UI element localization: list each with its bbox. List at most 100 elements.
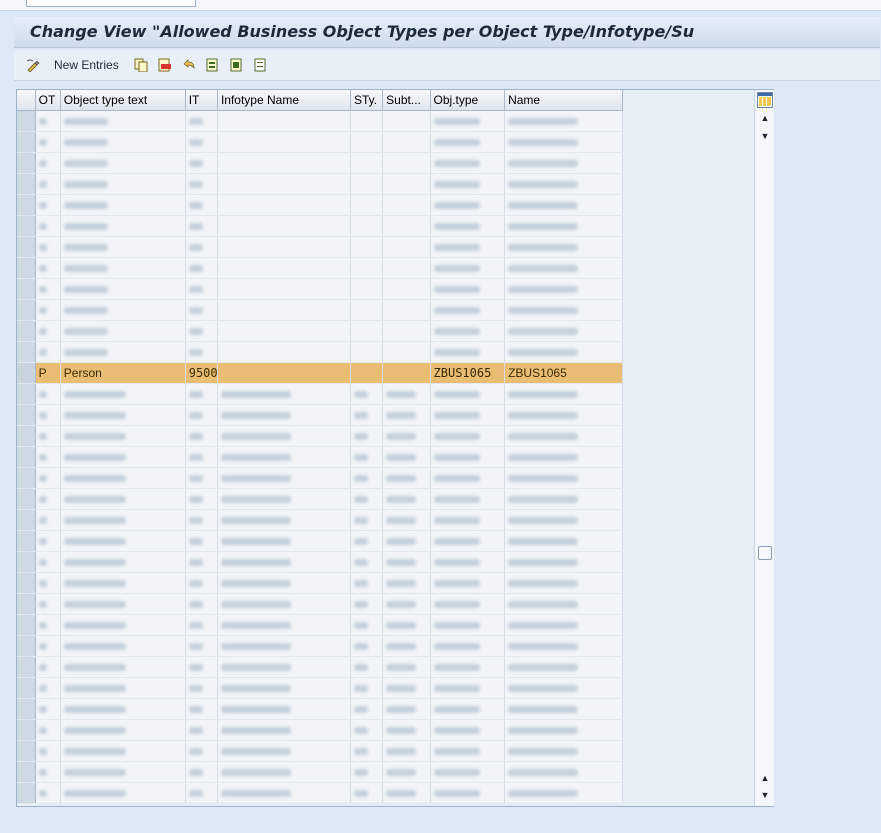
table-row[interactable] xyxy=(17,152,623,174)
row-selector[interactable] xyxy=(17,341,36,363)
table-row[interactable] xyxy=(17,320,623,342)
table-row[interactable] xyxy=(17,131,623,153)
table-row[interactable] xyxy=(17,509,623,531)
row-selector[interactable] xyxy=(17,593,36,615)
row-selector[interactable] xyxy=(17,215,36,237)
scroll-up-icon[interactable]: ▲ xyxy=(758,112,772,124)
redacted-text xyxy=(508,559,579,567)
redacted-text xyxy=(386,580,417,588)
row-selector[interactable] xyxy=(17,404,36,426)
row-selector[interactable] xyxy=(17,194,36,216)
col-header-subtype[interactable]: Subt... xyxy=(382,90,431,111)
row-selector[interactable] xyxy=(17,635,36,657)
scroll-down-icon[interactable]: ▼ xyxy=(758,130,772,142)
table-cell xyxy=(350,215,384,237)
row-selector[interactable] xyxy=(17,425,36,447)
scroll-page-up-icon[interactable]: ▲ xyxy=(758,772,772,784)
table-settings-icon[interactable] xyxy=(757,92,773,108)
undo-button[interactable] xyxy=(182,56,196,74)
table-row[interactable] xyxy=(17,761,623,783)
table-row[interactable] xyxy=(17,656,623,678)
table-row[interactable] xyxy=(17,698,623,720)
table-row[interactable] xyxy=(17,383,623,405)
col-header-sty[interactable]: STy. xyxy=(350,90,384,111)
row-selector[interactable] xyxy=(17,110,36,132)
table-row[interactable] xyxy=(17,236,623,258)
table-row[interactable] xyxy=(17,488,623,510)
table-row[interactable] xyxy=(17,110,623,132)
col-header-ot[interactable]: OT xyxy=(35,90,61,111)
table-row[interactable] xyxy=(17,572,623,594)
table-cell xyxy=(185,236,218,258)
row-selector[interactable] xyxy=(17,467,36,489)
row-selector[interactable] xyxy=(17,257,36,279)
col-header-obj-type[interactable]: Obj.type xyxy=(430,90,506,111)
row-selector[interactable] xyxy=(17,131,36,153)
command-field[interactable] xyxy=(26,0,196,7)
row-selector[interactable] xyxy=(17,740,36,762)
table-row[interactable] xyxy=(17,425,623,447)
row-selector[interactable] xyxy=(17,446,36,468)
col-header-infotype-name[interactable]: Infotype Name xyxy=(217,90,351,111)
table-row[interactable] xyxy=(17,593,623,615)
row-selector[interactable] xyxy=(17,383,36,405)
row-selector[interactable] xyxy=(17,719,36,741)
table-row[interactable] xyxy=(17,215,623,237)
table-row[interactable] xyxy=(17,614,623,636)
row-selector[interactable] xyxy=(17,761,36,783)
table-row[interactable] xyxy=(17,551,623,573)
table-row[interactable] xyxy=(17,194,623,216)
deselect-all-button[interactable] xyxy=(254,56,268,74)
change-display-button[interactable] xyxy=(26,56,40,74)
table-row[interactable] xyxy=(17,173,623,195)
table-cell xyxy=(382,152,431,174)
table-row[interactable] xyxy=(17,299,623,321)
row-selector[interactable] xyxy=(17,320,36,342)
row-selector[interactable] xyxy=(17,488,36,510)
row-selector[interactable] xyxy=(17,614,36,636)
table-row[interactable] xyxy=(17,341,623,363)
row-selector[interactable] xyxy=(17,698,36,720)
row-selector[interactable] xyxy=(17,677,36,699)
row-selector[interactable] xyxy=(17,362,36,384)
select-all-button[interactable] xyxy=(206,56,220,74)
table-row[interactable] xyxy=(17,278,623,300)
scroll-page-down-icon[interactable]: ▼ xyxy=(758,789,772,801)
table-cell xyxy=(60,404,186,426)
table-row-highlighted[interactable]: P Person 9500 ZBUS1065 ZBUS1065 xyxy=(17,362,623,384)
table-row[interactable] xyxy=(17,782,623,804)
vertical-scrollbar[interactable]: ▲ ▼ ▲ ▼ xyxy=(754,90,775,806)
row-selector[interactable] xyxy=(17,530,36,552)
row-selector[interactable] xyxy=(17,236,36,258)
table-row[interactable] xyxy=(17,740,623,762)
new-entries-button[interactable]: New Entries xyxy=(54,56,119,74)
col-header-object-type-text[interactable]: Object type text xyxy=(60,90,186,111)
row-selector[interactable] xyxy=(17,572,36,594)
table-cell xyxy=(350,341,384,363)
copy-button[interactable] xyxy=(134,56,148,74)
row-selector[interactable] xyxy=(17,278,36,300)
col-header-it[interactable]: IT xyxy=(185,90,218,111)
scroll-thumb[interactable] xyxy=(758,546,772,560)
row-selector[interactable] xyxy=(17,173,36,195)
table-row[interactable] xyxy=(17,257,623,279)
row-selector[interactable] xyxy=(17,782,36,804)
table-row[interactable] xyxy=(17,467,623,489)
redacted-text xyxy=(508,349,579,357)
row-selector[interactable] xyxy=(17,152,36,174)
row-selector[interactable] xyxy=(17,551,36,573)
table-row[interactable] xyxy=(17,635,623,657)
delete-button[interactable] xyxy=(158,56,172,74)
table-cell xyxy=(185,635,218,657)
row-selector[interactable] xyxy=(17,299,36,321)
table-row[interactable] xyxy=(17,446,623,468)
table-row[interactable] xyxy=(17,530,623,552)
table-row[interactable] xyxy=(17,719,623,741)
row-selector[interactable] xyxy=(17,509,36,531)
table-row[interactable] xyxy=(17,677,623,699)
select-all-cell[interactable] xyxy=(17,90,36,111)
col-header-name[interactable]: Name xyxy=(504,90,623,111)
row-selector[interactable] xyxy=(17,656,36,678)
select-block-button[interactable] xyxy=(230,56,244,74)
table-row[interactable] xyxy=(17,404,623,426)
